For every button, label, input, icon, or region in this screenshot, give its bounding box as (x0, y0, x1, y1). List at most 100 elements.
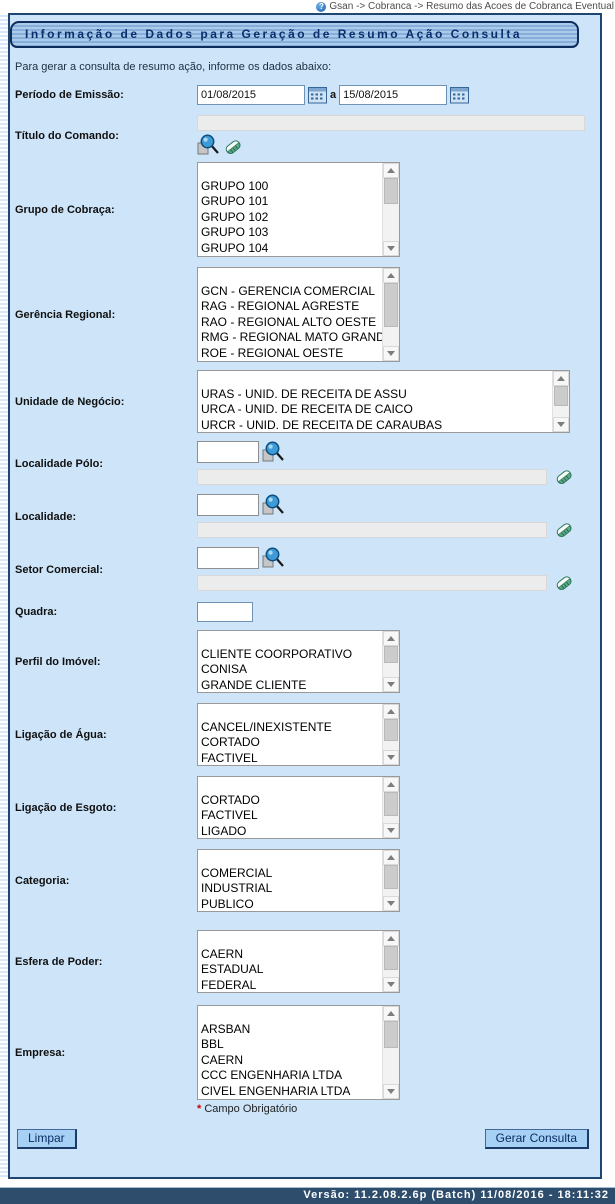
scroll-up-icon[interactable] (383, 704, 399, 719)
scroll-down-icon[interactable] (383, 977, 399, 992)
scroll-up-icon[interactable] (553, 371, 569, 386)
periodo-fim-input[interactable] (339, 85, 447, 105)
eraser-icon[interactable] (554, 467, 574, 486)
list-option[interactable]: URCA - UNID. DE RECEITA DE CAICO (201, 402, 552, 418)
perfil-imovel-listbox[interactable]: CLIENTE COORPORATIVOCONISAGRANDE CLIENTE (197, 630, 400, 693)
list-option[interactable]: RMG - REGIONAL MATO GRANDE (201, 330, 382, 346)
search-icon[interactable] (197, 134, 220, 156)
list-option[interactable] (201, 704, 382, 720)
scroll-down-icon[interactable] (383, 896, 399, 911)
scroll-down-icon[interactable] (383, 750, 399, 765)
search-icon[interactable] (262, 547, 285, 569)
list-option[interactable]: ARSBAN (201, 1022, 382, 1038)
search-icon[interactable] (262, 494, 285, 516)
calendar-icon[interactable] (450, 87, 469, 104)
quadra-input[interactable] (197, 602, 253, 622)
unidade-negocio-listbox[interactable]: URAS - UNID. DE RECEITA DE ASSUURCA - UN… (197, 370, 570, 433)
periodo-inicio-input[interactable] (197, 85, 305, 105)
ligacao-esgoto-listbox[interactable]: CORTADOFACTIVELLIGADO (197, 776, 400, 839)
list-option[interactable]: GRUPO 102 (201, 210, 382, 226)
categoria-listbox[interactable]: COMERCIALINDUSTRIALPUBLICO (197, 849, 400, 912)
eraser-icon[interactable] (223, 137, 243, 156)
list-option[interactable]: ESTADUAL (201, 962, 382, 978)
scroll-up-icon[interactable] (383, 931, 399, 946)
scroll-up-icon[interactable] (383, 777, 399, 792)
list-option[interactable]: CAERN (201, 1053, 382, 1069)
list-option[interactable]: GRUPO 103 (201, 225, 382, 241)
grupo-cobranca-listbox[interactable]: GRUPO 100GRUPO 101GRUPO 102GRUPO 103GRUP… (197, 162, 400, 257)
list-option[interactable]: CAERN (201, 947, 382, 963)
scrollbar-thumb[interactable] (384, 1021, 398, 1048)
scrollbar-thumb[interactable] (384, 792, 398, 816)
scroll-down-icon[interactable] (383, 346, 399, 361)
scrollbar-thumb[interactable] (554, 386, 568, 406)
list-option[interactable]: RAG - REGIONAL AGRESTE (201, 299, 382, 315)
list-option[interactable] (201, 163, 382, 179)
scroll-down-icon[interactable] (383, 1084, 399, 1099)
list-option[interactable] (201, 1006, 382, 1022)
list-option[interactable]: URAS - UNID. DE RECEITA DE ASSU (201, 387, 552, 403)
scrollbar[interactable] (382, 163, 399, 256)
scrollbar-thumb[interactable] (384, 946, 398, 970)
list-option[interactable] (201, 371, 552, 387)
list-option[interactable]: GRUPO 100 (201, 179, 382, 195)
list-option[interactable]: CANCEL/INEXISTENTE (201, 720, 382, 736)
scrollbar[interactable] (552, 371, 569, 432)
breadcrumb-trail[interactable]: Gsan -> Cobranca -> Resumo das Acoes de … (329, 1, 614, 12)
list-option[interactable]: CORTADO (201, 735, 382, 751)
scroll-up-icon[interactable] (383, 163, 399, 178)
scroll-up-icon[interactable] (383, 631, 399, 646)
scroll-down-icon[interactable] (383, 823, 399, 838)
list-option[interactable]: ROE - REGIONAL OESTE (201, 346, 382, 362)
scrollbar-thumb[interactable] (384, 719, 398, 741)
ligacao-agua-listbox[interactable]: CANCEL/INEXISTENTECORTADOFACTIVEL (197, 703, 400, 766)
setor-comercial-input[interactable] (197, 547, 259, 569)
scrollbar[interactable] (382, 850, 399, 911)
empresa-listbox[interactable]: ARSBANBBLCAERNCCC ENGENHARIA LTDACIVEL E… (197, 1005, 400, 1100)
list-option[interactable]: RAO - REGIONAL ALTO OESTE (201, 315, 382, 331)
localidade-input[interactable] (197, 494, 259, 516)
esfera-poder-listbox[interactable]: CAERNESTADUALFEDERAL (197, 930, 400, 993)
list-option[interactable]: INDUSTRIAL (201, 881, 382, 897)
eraser-icon[interactable] (554, 573, 574, 592)
scrollbar-thumb[interactable] (384, 865, 398, 889)
list-option[interactable] (201, 850, 382, 866)
list-option[interactable] (201, 777, 382, 793)
scrollbar[interactable] (382, 1006, 399, 1099)
scrollbar-thumb[interactable] (384, 646, 398, 663)
scrollbar[interactable] (382, 704, 399, 765)
scroll-down-icon[interactable] (553, 417, 569, 432)
list-option[interactable]: CCC ENGENHARIA LTDA (201, 1068, 382, 1084)
list-option[interactable]: CIVEL ENGENHARIA LTDA (201, 1084, 382, 1100)
list-option[interactable] (201, 931, 382, 947)
list-option[interactable]: CLIENTE COORPORATIVO (201, 647, 382, 663)
scroll-up-icon[interactable] (383, 268, 399, 283)
list-option[interactable]: CORTADO (201, 793, 382, 809)
list-option[interactable]: GRANDE CLIENTE (201, 678, 382, 693)
list-option[interactable]: LIGADO (201, 824, 382, 839)
scroll-down-icon[interactable] (383, 677, 399, 692)
list-option[interactable]: FACTIVEL (201, 751, 382, 766)
search-icon[interactable] (262, 441, 285, 463)
limpar-button[interactable]: Limpar (17, 1129, 77, 1149)
list-option[interactable]: URCR - UNID. DE RECEITA DE CARAUBAS (201, 418, 552, 433)
list-option[interactable] (201, 268, 382, 284)
scrollbar[interactable] (382, 777, 399, 838)
list-option[interactable]: COMERCIAL (201, 866, 382, 882)
eraser-icon[interactable] (554, 520, 574, 539)
list-option[interactable]: GRUPO 104 (201, 241, 382, 257)
scroll-up-icon[interactable] (383, 850, 399, 865)
gerar-consulta-button[interactable]: Gerar Consulta (485, 1129, 589, 1149)
list-option[interactable]: GRUPO 101 (201, 194, 382, 210)
localidade-polo-input[interactable] (197, 441, 259, 463)
list-option[interactable]: BBL (201, 1037, 382, 1053)
scrollbar-thumb[interactable] (384, 178, 398, 204)
scrollbar[interactable] (382, 931, 399, 992)
gerencia-regional-listbox[interactable]: GCN - GERENCIA COMERCIALRAG - REGIONAL A… (197, 267, 400, 362)
scrollbar[interactable] (382, 631, 399, 692)
calendar-icon[interactable] (308, 87, 327, 104)
list-option[interactable]: GCN - GERENCIA COMERCIAL (201, 284, 382, 300)
list-option[interactable]: PUBLICO (201, 897, 382, 912)
list-option[interactable] (201, 631, 382, 647)
scroll-up-icon[interactable] (383, 1006, 399, 1021)
